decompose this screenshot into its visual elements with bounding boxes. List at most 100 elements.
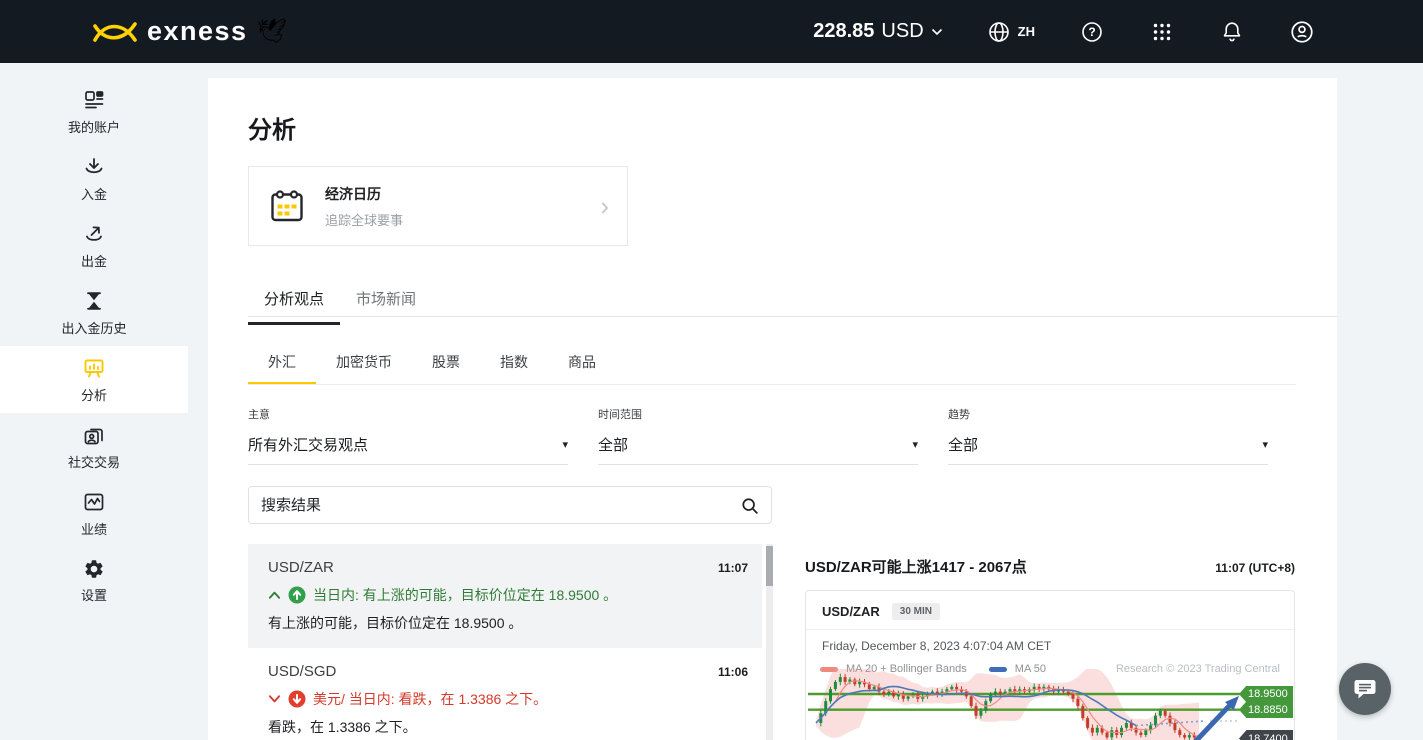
sidebar-item-deposit[interactable]: 入金	[0, 145, 188, 212]
price-level-label: 18.8850	[1239, 701, 1293, 718]
filter-value: 所有外汇交易观点	[248, 434, 368, 455]
dropdown-caret-icon: ▾	[562, 438, 568, 451]
balance-value: 228.85	[813, 20, 874, 43]
globe-icon	[987, 20, 1011, 44]
calendar-card-subtitle: 追踪全球要事	[325, 210, 403, 229]
calendar-card-text: 经济日历 追踪全球要事	[325, 184, 403, 229]
tabs-divider	[248, 316, 1337, 317]
sidebar-item-my-accounts[interactable]: 我的账户	[0, 78, 188, 145]
chevron-down-icon	[268, 694, 281, 704]
timeframe-badge: 30 MIN	[892, 603, 940, 620]
sidebar-item-analysis[interactable]: 分析	[0, 346, 188, 413]
apps-grid-icon	[1150, 20, 1174, 44]
signal-headline: 美元/ 当日内: 看跌，在 1.3386 之下。	[313, 689, 547, 709]
detail-time: 11:07 (UTC+8)	[1215, 561, 1295, 575]
list-item-usdsgd[interactable]: USD/SGD 11:06 美元/ 当日内: 看跌，在 1.3386 之下。 看…	[248, 648, 762, 740]
signal-time: 11:07	[718, 561, 748, 575]
sidebar-item-label: 出入金历史	[61, 318, 126, 337]
deposit-icon	[82, 155, 106, 179]
chevron-down-icon	[931, 28, 943, 36]
subtab-commodities[interactable]: 商品	[548, 346, 616, 384]
chart-date: Friday, December 8, 2023 4:07:04 AM CET	[806, 630, 1294, 653]
search-box	[248, 486, 772, 524]
apps-button[interactable]	[1149, 19, 1175, 45]
dove-emoji: 🕊	[257, 20, 287, 44]
subtab-stocks[interactable]: 股票	[412, 346, 480, 384]
sidebar-item-social-trading[interactable]: 社交交易	[0, 413, 188, 480]
settings-gear-icon	[83, 558, 105, 580]
list-item-usdzar[interactable]: USD/ZAR 11:07 当日内: 有上涨的可能，目标价位定在 18.9500…	[248, 544, 762, 648]
filter-value: 全部	[598, 434, 628, 455]
filter-time-range[interactable]: 时间范围 全部 ▾	[598, 406, 918, 465]
balance-currency: USD	[881, 20, 923, 43]
exness-logo-mark	[92, 20, 138, 44]
chart-pair: USD/ZAR	[822, 604, 880, 619]
signal-time: 11:06	[718, 665, 748, 679]
subtab-indices[interactable]: 指数	[480, 346, 548, 384]
arrow-up-circle-icon	[288, 586, 306, 604]
candlestick-chart[interactable]: 18.950018.885018.7400	[806, 669, 1293, 740]
help-button[interactable]: ?	[1079, 19, 1105, 45]
subtab-crypto[interactable]: 加密货币	[316, 346, 412, 384]
svg-text:?: ?	[1088, 25, 1095, 39]
signal-headline: 当日内: 有上涨的可能，目标价位定在 18.9500 。	[313, 585, 617, 605]
filter-idea[interactable]: 主意 所有外汇交易观点 ▾	[248, 406, 568, 465]
sidebar-item-label: 业绩	[81, 519, 107, 538]
asset-subtabs: 外汇 加密货币 股票 指数 商品	[248, 346, 616, 384]
sidebar-item-label: 分析	[81, 385, 107, 404]
chevron-right-icon: ›	[600, 193, 609, 219]
analysis-icon	[82, 356, 106, 380]
detail-header: USD/ZAR可能上涨1417 - 2067点 11:07 (UTC+8)	[805, 556, 1295, 577]
chart-card-header: USD/ZAR 30 MIN	[806, 591, 1294, 630]
exness-logo[interactable]: exness 🕊	[92, 16, 287, 47]
sidebar-item-label: 入金	[81, 184, 107, 203]
social-trading-icon	[82, 423, 106, 447]
dropdown-caret-icon: ▾	[912, 438, 918, 451]
sidebar-item-performance[interactable]: 业绩	[0, 480, 188, 547]
chat-button[interactable]	[1339, 663, 1391, 715]
price-level-label: 18.9500	[1239, 686, 1293, 703]
bell-icon	[1220, 20, 1244, 44]
sidebar-item-history[interactable]: 出入金历史	[0, 279, 188, 346]
sidebar-item-settings[interactable]: 设置	[0, 547, 188, 614]
main-panel: 分析 经济日历 追踪全球要事 › 分析观点 市场新闻 外汇	[208, 78, 1337, 740]
signal-summary: 有上涨的可能，目标价位定在 18.9500 。	[268, 613, 748, 633]
balance-dropdown[interactable]: 228.85 USD	[813, 20, 942, 43]
withdrawal-icon	[82, 222, 106, 246]
topbar: exness 🕊 228.85 USD ZH	[0, 0, 1423, 63]
account-icon	[1289, 19, 1315, 45]
hourglass-icon	[82, 289, 106, 313]
chat-bubble-icon	[1352, 676, 1378, 702]
dashboard-icon	[82, 88, 106, 112]
filter-trend[interactable]: 趋势 全部 ▾	[948, 406, 1268, 465]
sidebar-item-withdrawal[interactable]: 出金	[0, 212, 188, 279]
search-icon[interactable]	[740, 496, 759, 515]
signal-pair: USD/SGD	[268, 663, 336, 680]
list-scrollbar[interactable]	[766, 544, 773, 740]
signal-summary: 看跌，在 1.3386 之下。	[268, 717, 748, 737]
candlestick-svg	[806, 669, 1293, 740]
scrollbar-thumb[interactable]	[766, 546, 773, 586]
sidebar-item-label: 出金	[81, 251, 107, 270]
notifications-button[interactable]	[1219, 19, 1245, 45]
sidebar-item-label: 设置	[81, 585, 107, 604]
sidebar: 我的账户 入金 出金	[0, 63, 188, 740]
page-title: 分析	[248, 110, 296, 145]
topbar-controls: 228.85 USD ZH ?	[813, 19, 1315, 45]
chart-card: USD/ZAR 30 MIN Friday, December 8, 2023 …	[805, 590, 1295, 740]
language-selector[interactable]: ZH	[987, 20, 1035, 44]
signal-pair: USD/ZAR	[268, 559, 334, 576]
subtab-forex[interactable]: 外汇	[248, 346, 316, 384]
economic-calendar-card[interactable]: 经济日历 追踪全球要事 ›	[248, 166, 628, 246]
search-input[interactable]	[261, 497, 740, 514]
detail-title: USD/ZAR可能上涨1417 - 2067点	[805, 556, 1027, 577]
signal-list: USD/ZAR 11:07 当日内: 有上涨的可能，目标价位定在 18.9500…	[248, 544, 762, 740]
filter-value: 全部	[948, 434, 978, 455]
arrow-down-circle-icon	[288, 690, 306, 708]
brand-name: exness	[147, 16, 248, 47]
filter-label: 时间范围	[598, 406, 918, 422]
account-button[interactable]	[1289, 19, 1315, 45]
subtabs-divider	[248, 384, 1296, 385]
filter-label: 趋势	[948, 406, 1268, 422]
calendar-card-title: 经济日历	[325, 184, 403, 204]
